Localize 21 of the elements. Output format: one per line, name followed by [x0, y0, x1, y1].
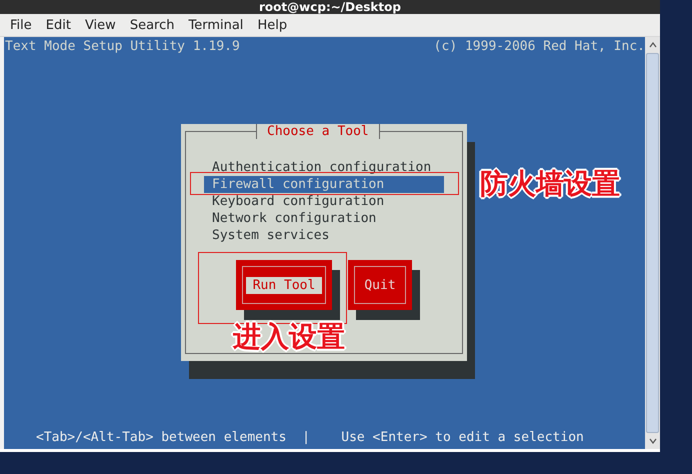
menu-item[interactable]: Terminal: [182, 18, 250, 32]
dialog-button[interactable]: Quit: [348, 260, 412, 310]
menu-item[interactable]: Edit: [40, 18, 77, 32]
menu-item[interactable]: View: [78, 18, 122, 32]
menu-item[interactable]: Help: [251, 18, 294, 32]
list-item[interactable]: Firewall configuration: [204, 176, 444, 193]
menu-item[interactable]: Search: [124, 18, 180, 32]
list-item[interactable]: Network configuration: [204, 210, 444, 227]
dialog-button[interactable]: Run Tool: [236, 260, 332, 310]
list-item[interactable]: System services: [204, 227, 444, 244]
list-item[interactable]: Keyboard configuration: [204, 193, 444, 210]
help-text: <Tab>/<Alt-Tab> between elements | Use <Enter> to edit a selection: [35, 430, 585, 447]
annotation-text: 进入设置: [233, 321, 345, 353]
copyright-text: (c) 1999-2006 Red Hat, Inc.: [434, 39, 645, 54]
header-text: Text Mode Setup Utility 1.19.9: [5, 39, 240, 54]
list-item[interactable]: Authentication configuration: [204, 159, 444, 176]
scroll-thumb[interactable]: [646, 53, 659, 433]
menu-item[interactable]: File: [4, 18, 38, 32]
annotation-text: 防火墙设置: [480, 168, 620, 200]
dialog-title: Choose a Tool: [256, 124, 380, 139]
window-title: root@wcp:~/Desktop: [259, 0, 401, 14]
